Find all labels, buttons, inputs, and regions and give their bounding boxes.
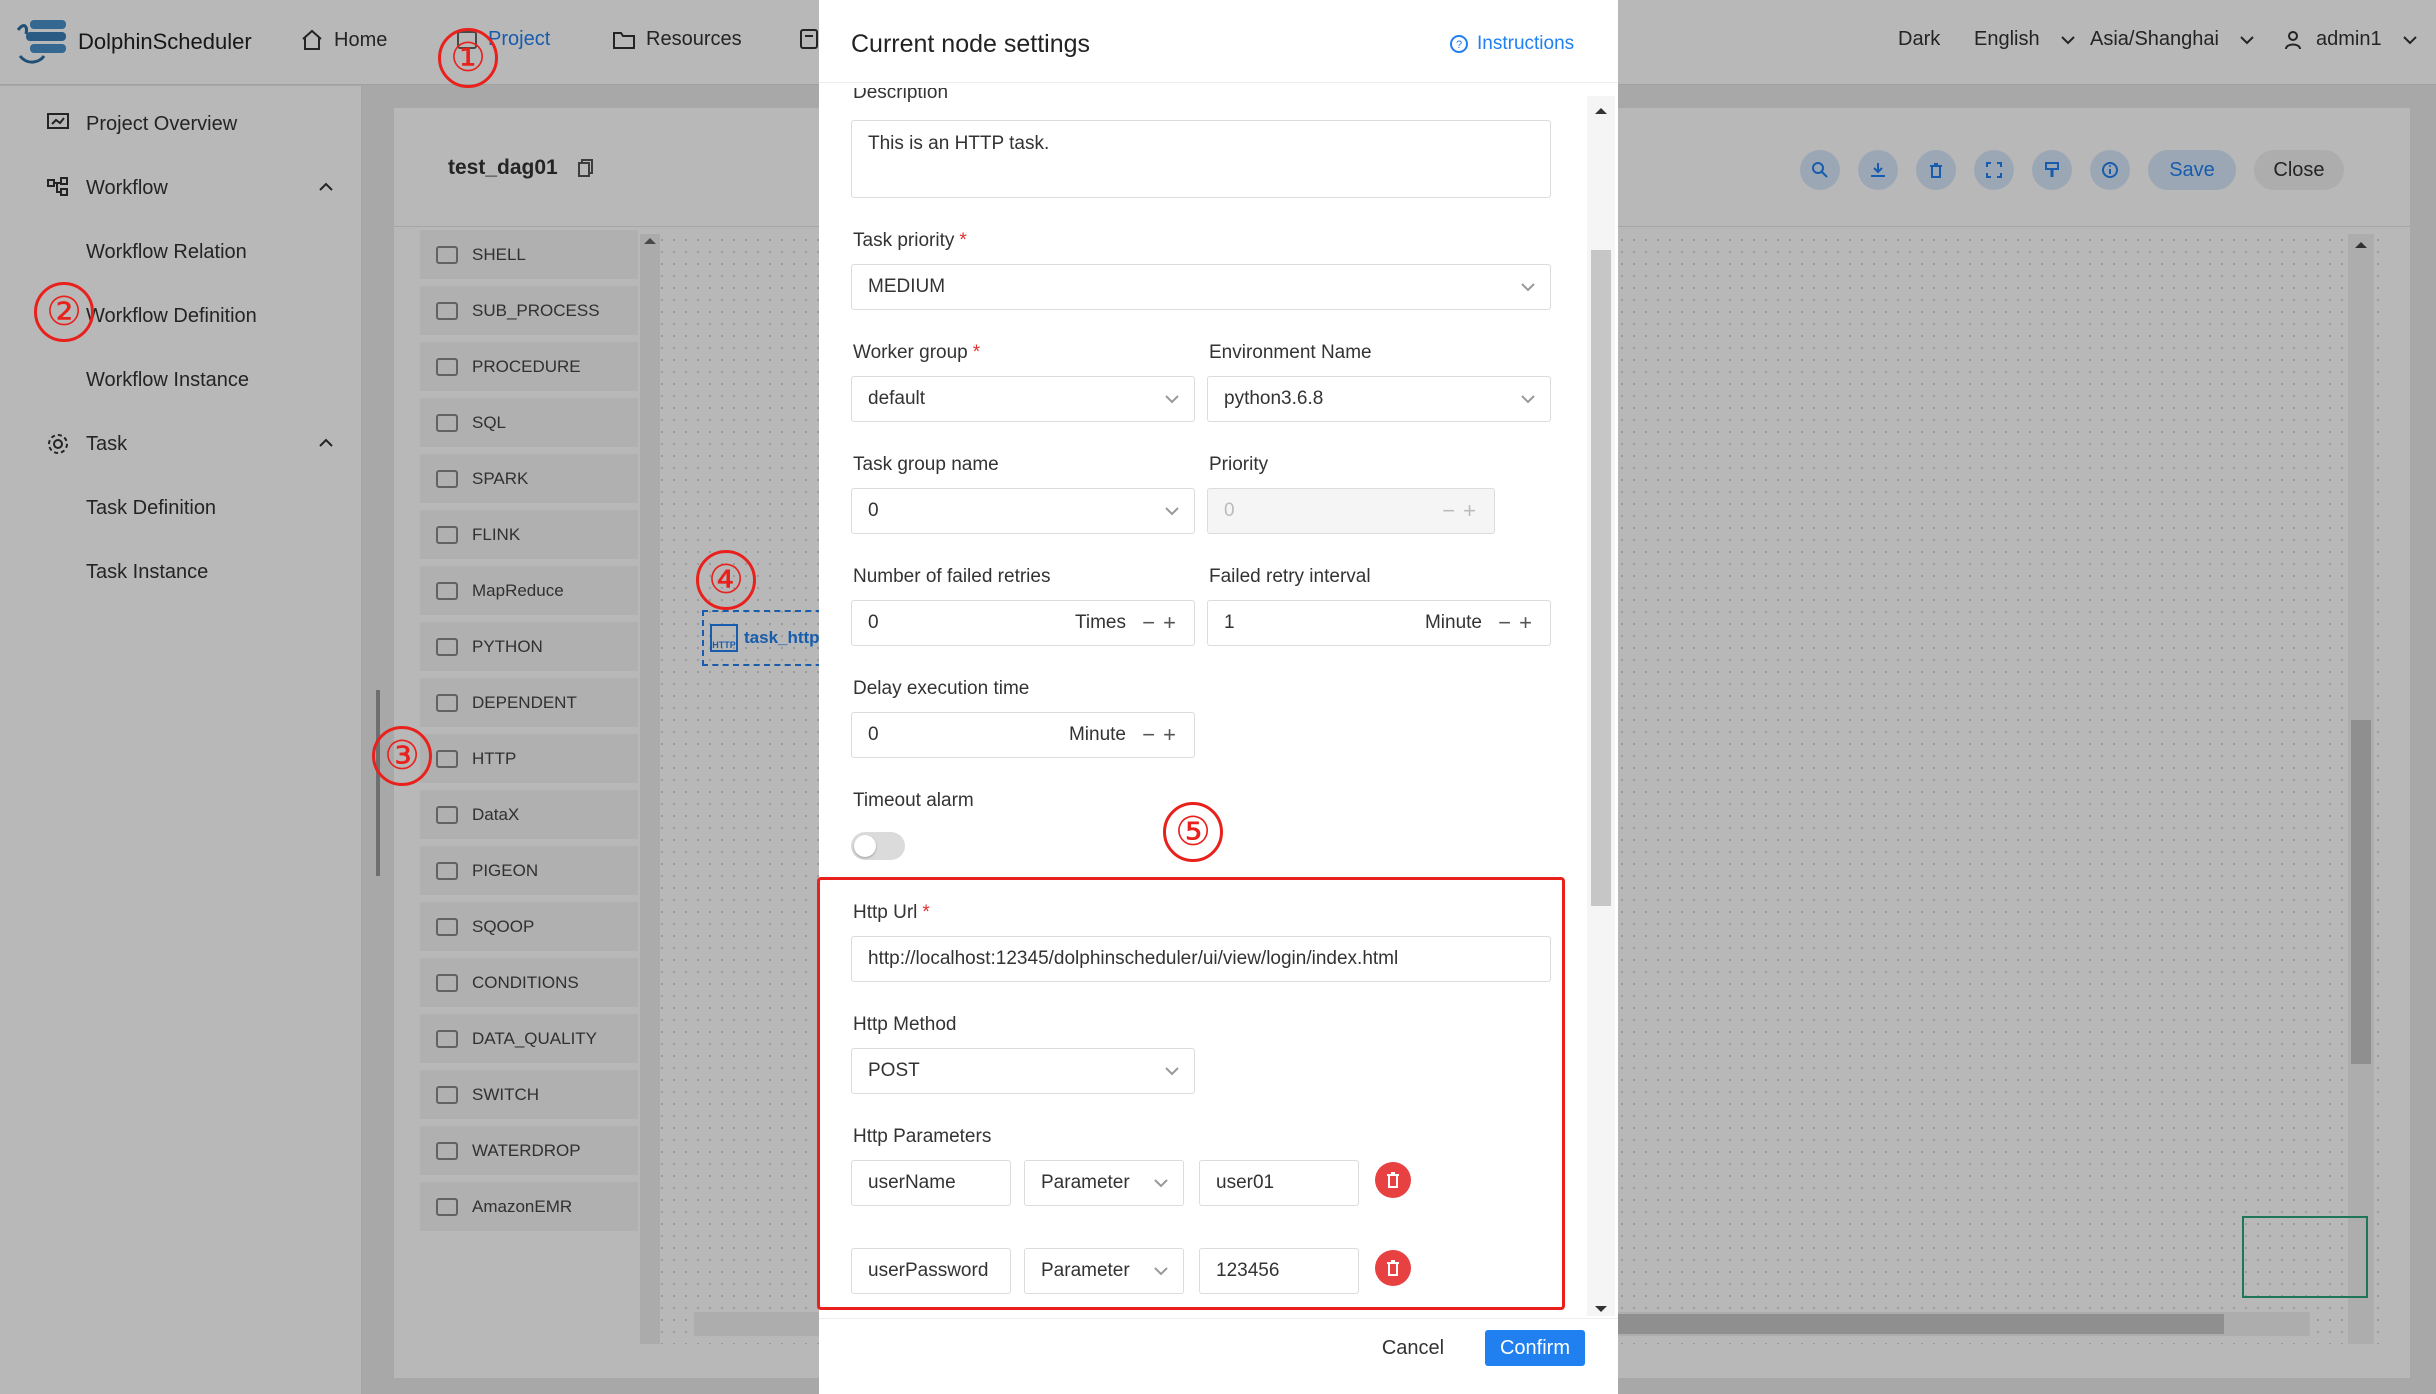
chevron-down-icon	[1165, 395, 1179, 404]
description-textarea[interactable]: This is an HTTP task.	[851, 120, 1551, 198]
chevron-down-icon	[1521, 283, 1535, 292]
worker-group-value: default	[868, 388, 926, 409]
failed-retries-label: Number of failed retries	[853, 566, 1051, 587]
confirm-button[interactable]: Confirm	[1485, 1330, 1585, 1366]
task-priority-select[interactable]: MEDIUM	[851, 264, 1551, 310]
chevron-down-icon	[1521, 395, 1535, 404]
timeout-alarm-toggle[interactable]	[851, 832, 905, 860]
annotation-4: ④	[696, 550, 756, 610]
instructions-link[interactable]: ? Instructions	[1449, 33, 1574, 55]
delay-execution-input[interactable]: 0 Minute −+	[851, 712, 1195, 758]
cancel-button[interactable]: Cancel	[1375, 1330, 1451, 1366]
chevron-down-icon	[1165, 507, 1179, 516]
drawer-title: Current node settings	[851, 30, 1091, 58]
delay-execution-label: Delay execution time	[853, 678, 1030, 699]
failed-retries-input[interactable]: 0 Times −+	[851, 600, 1195, 646]
description-label: Description	[853, 88, 949, 102]
scroll-down-icon	[1595, 1306, 1607, 1312]
retry-interval-label: Failed retry interval	[1209, 566, 1371, 587]
priority-label: Priority	[1209, 454, 1269, 475]
annotation-5: ⑤	[1163, 802, 1223, 862]
priority-value: 0	[1224, 500, 1235, 521]
environment-value: python3.6.8	[1224, 388, 1324, 409]
retry-interval-value: 1	[1224, 612, 1235, 633]
stepper-icon[interactable]: −+	[1142, 610, 1184, 636]
environment-name-label: Environment Name	[1209, 342, 1372, 363]
retry-interval-input[interactable]: 1 Minute −+	[1207, 600, 1551, 646]
task-group-value: 0	[868, 500, 879, 521]
environment-name-select[interactable]: python3.6.8	[1207, 376, 1551, 422]
delay-value: 0	[868, 724, 879, 745]
task-priority-label: Task priority *	[853, 230, 967, 251]
timeout-alarm-label: Timeout alarm	[853, 790, 974, 811]
task-group-select[interactable]: 0	[851, 488, 1195, 534]
minute-unit: Minute	[1424, 612, 1482, 633]
task-group-name-label: Task group name	[853, 454, 999, 475]
annotation-2: ②	[34, 282, 94, 342]
annotation-highlight-box	[817, 877, 1565, 1310]
worker-group-label: Worker group *	[853, 342, 981, 363]
stepper-icon: −+	[1442, 498, 1484, 523]
instructions-label: Instructions	[1477, 33, 1575, 54]
help-circle-icon: ?	[1450, 35, 1468, 53]
drawer-scrollbar[interactable]	[1587, 96, 1615, 1316]
description-value: This is an HTTP task.	[868, 133, 1050, 154]
annotation-3: ③	[372, 726, 432, 786]
failed-retries-value: 0	[868, 612, 879, 633]
minute-unit: Minute	[1068, 724, 1126, 745]
task-priority-value: MEDIUM	[868, 276, 946, 297]
worker-group-select[interactable]: default	[851, 376, 1195, 422]
priority-input: 0 −+	[1207, 488, 1495, 534]
stepper-icon[interactable]: −+	[1498, 610, 1540, 636]
stepper-icon[interactable]: −+	[1142, 722, 1184, 748]
scroll-up-icon	[1595, 108, 1607, 114]
times-unit: Times	[1074, 612, 1126, 633]
annotation-1: ①	[438, 28, 498, 88]
svg-text:?: ?	[1456, 39, 1462, 51]
